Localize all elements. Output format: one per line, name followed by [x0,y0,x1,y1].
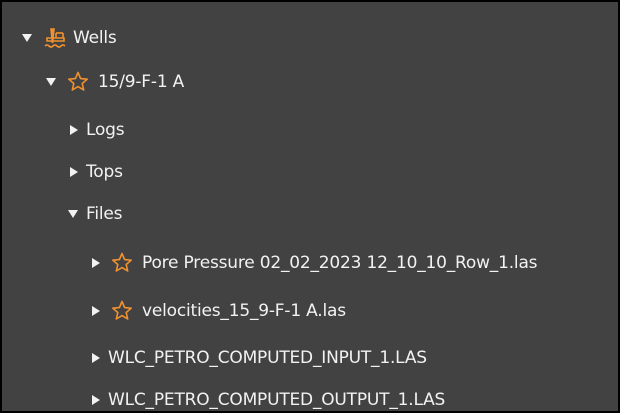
tree-item-wells[interactable]: Wells [2,18,117,58]
tree-item-label: Pore Pressure 02_02_2023 12_10_10_Row_1.… [142,253,538,273]
tree-item-label: Files [86,204,123,224]
tree-item-files[interactable]: Files [2,194,123,234]
chevron-right-icon[interactable] [70,125,78,135]
tree-item-well[interactable]: 15/9-F-1 A [2,62,184,102]
oil-rig-icon [44,27,66,49]
chevron-right-icon[interactable] [70,167,78,177]
tree-item-label: velocities_15_9-F-1 A.las [142,301,346,321]
chevron-right-icon[interactable] [92,395,100,405]
star-icon [67,71,89,93]
chevron-right-icon[interactable] [92,306,100,316]
tree-item-label: Wells [73,28,117,48]
tree-item-tops[interactable]: Tops [2,152,123,192]
tree-panel: Wells 15/9-F-1 A Logs Tops Files Pore Pr… [0,0,620,413]
chevron-right-icon[interactable] [92,353,100,363]
tree-item-file[interactable]: velocities_15_9-F-1 A.las [2,291,346,331]
tree-item-logs[interactable]: Logs [2,110,125,150]
chevron-down-icon[interactable] [46,78,56,86]
chevron-right-icon[interactable] [92,258,100,268]
tree-item-label: WLC_PETRO_COMPUTED_OUTPUT_1.LAS [108,390,446,410]
tree-item-file[interactable]: WLC_PETRO_COMPUTED_OUTPUT_1.LAS [2,380,446,411]
tree-item-file[interactable]: WLC_PETRO_COMPUTED_INPUT_1.LAS [2,338,427,378]
tree-item-label: Logs [86,120,125,140]
tree-item-label: 15/9-F-1 A [98,72,185,92]
tree-item-label: Tops [86,162,123,182]
tree-item-label: WLC_PETRO_COMPUTED_INPUT_1.LAS [108,348,427,368]
chevron-down-icon[interactable] [22,34,32,42]
chevron-down-icon[interactable] [68,210,78,218]
star-icon [111,252,133,274]
star-icon [111,300,133,322]
tree-item-file[interactable]: Pore Pressure 02_02_2023 12_10_10_Row_1.… [2,243,538,283]
